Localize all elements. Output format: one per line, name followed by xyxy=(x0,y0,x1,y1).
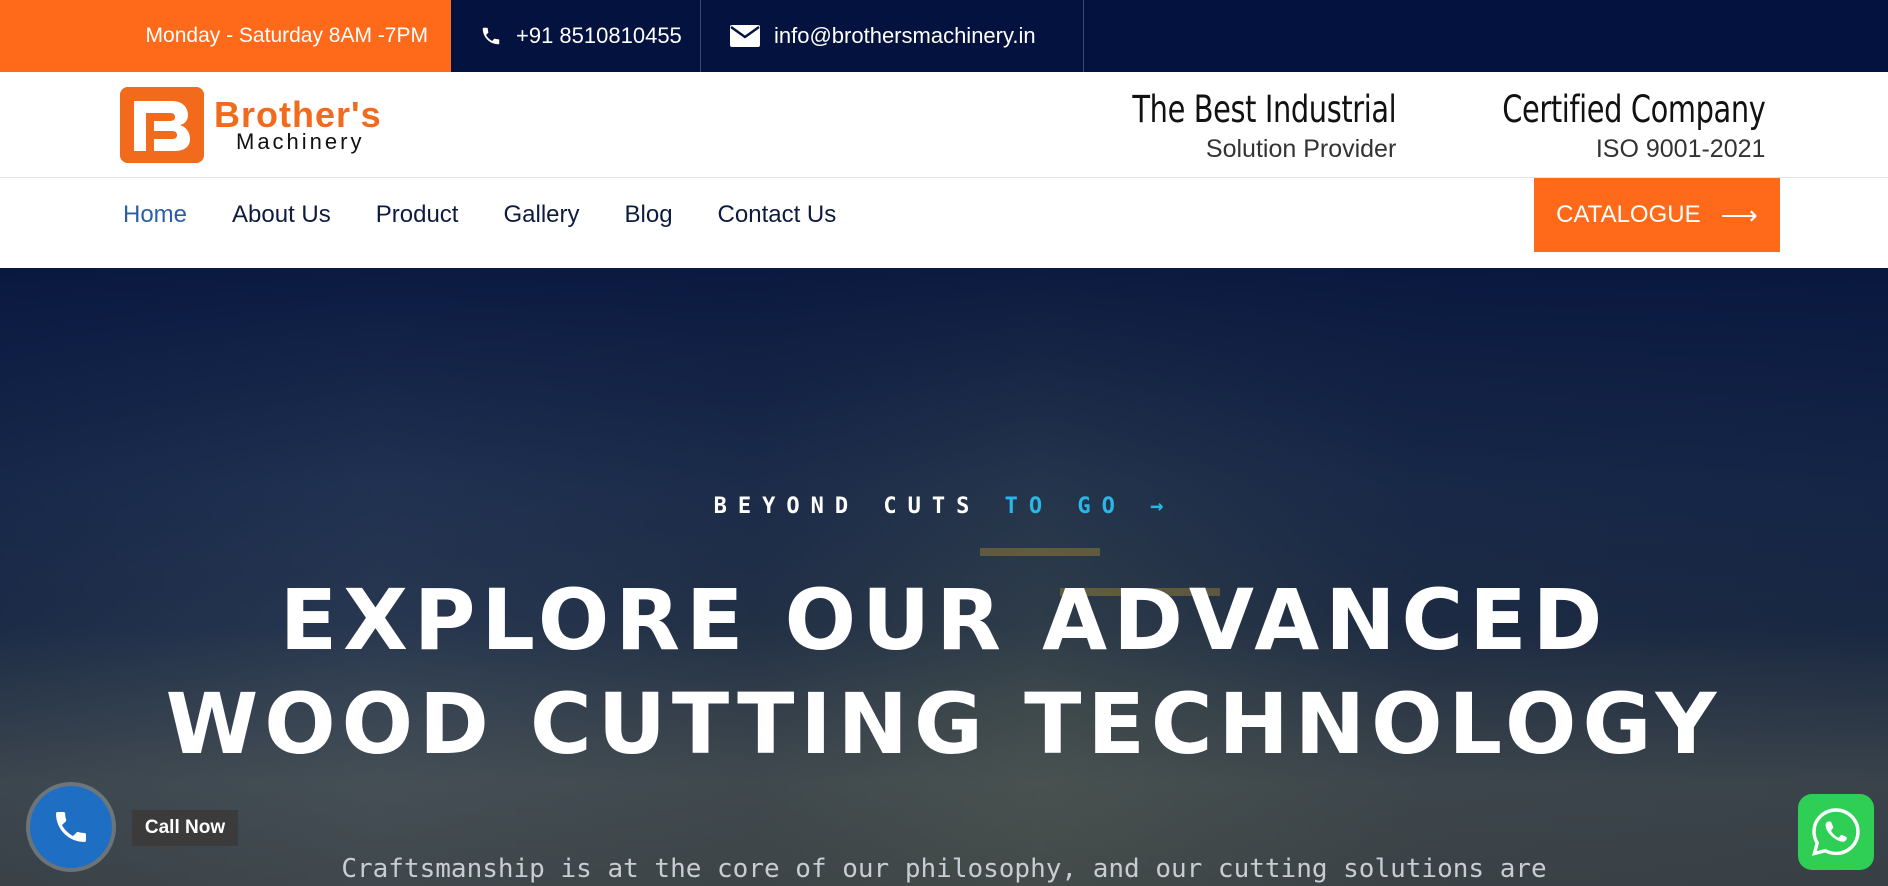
brand-logo[interactable]: Brother's Machinery xyxy=(120,87,430,163)
phone-icon xyxy=(482,27,500,45)
envelope-icon xyxy=(730,25,760,47)
catalogue-label: CATALOGUE xyxy=(1556,201,1701,228)
kicker-main: BEYOND CUTS xyxy=(713,494,981,519)
logo-mark-icon xyxy=(120,87,204,163)
phone-contact[interactable]: +91 8510810455 xyxy=(451,0,701,72)
brand-header: Brother's Machinery The Best Industrial … xyxy=(0,72,1888,178)
arrow-right-icon: ⟶ xyxy=(1720,199,1758,230)
catalogue-button[interactable]: CATALOGUE ⟶ xyxy=(1534,178,1780,252)
headline-line-2: WOOD CUTTING TECHNOLOGY xyxy=(165,675,1723,773)
nav-item-blog[interactable]: Blog xyxy=(625,201,673,229)
badge-subtitle: Solution Provider xyxy=(1205,135,1397,163)
nav-menu: Home About Us Product Gallery Blog Conta… xyxy=(123,178,881,252)
whatsapp-icon xyxy=(1812,808,1860,856)
email-contact[interactable]: info@brothersmachinery.in xyxy=(701,0,1084,72)
hero-kicker[interactable]: BEYOND CUTS TO GO → xyxy=(0,494,1888,519)
whatsapp-button[interactable] xyxy=(1798,794,1874,870)
call-now-button[interactable] xyxy=(30,786,112,868)
main-navigation: Home About Us Product Gallery Blog Conta… xyxy=(0,178,1888,268)
nav-item-home[interactable]: Home xyxy=(123,201,187,229)
phone-number: +91 8510810455 xyxy=(516,23,682,48)
certified-company-badge: Certified Company ISO 9001-2021 xyxy=(1428,84,1766,168)
hero-background-beam xyxy=(980,548,1100,556)
badge-title: The Best Industrial xyxy=(1132,88,1397,131)
hero-banner: BEYOND CUTS TO GO → EXPLORE OUR ADVANCED… xyxy=(0,268,1888,886)
phone-icon xyxy=(56,812,86,842)
best-industrial-badge: The Best Industrial Solution Provider xyxy=(1058,84,1396,168)
nav-item-product[interactable]: Product xyxy=(376,201,459,229)
headline-line-1: EXPLORE OUR ADVANCED xyxy=(279,571,1609,669)
business-hours: Monday - Saturday 8AM -7PM xyxy=(0,0,451,72)
kicker-accent: TO GO xyxy=(1004,494,1126,519)
email-address: info@brothersmachinery.in xyxy=(774,23,1036,48)
top-info-bar: Monday - Saturday 8AM -7PM +91 851081045… xyxy=(0,0,1888,72)
nav-item-about-us[interactable]: About Us xyxy=(232,201,331,229)
hero-headline: EXPLORE OUR ADVANCED WOOD CUTTING TECHNO… xyxy=(0,568,1888,776)
nav-item-contact-us[interactable]: Contact Us xyxy=(718,201,837,229)
badge-subtitle: ISO 9001-2021 xyxy=(1595,135,1766,163)
nav-item-gallery[interactable]: Gallery xyxy=(503,201,579,229)
brand-name: Brother's xyxy=(214,94,382,135)
hero-subtext: Craftsmanship is at the core of our phil… xyxy=(341,854,1547,884)
brand-subname: Machinery xyxy=(236,129,365,154)
badge-title: Certified Company xyxy=(1502,88,1766,131)
arrow-right-icon: → xyxy=(1150,494,1175,519)
call-now-label[interactable]: Call Now xyxy=(132,810,238,846)
